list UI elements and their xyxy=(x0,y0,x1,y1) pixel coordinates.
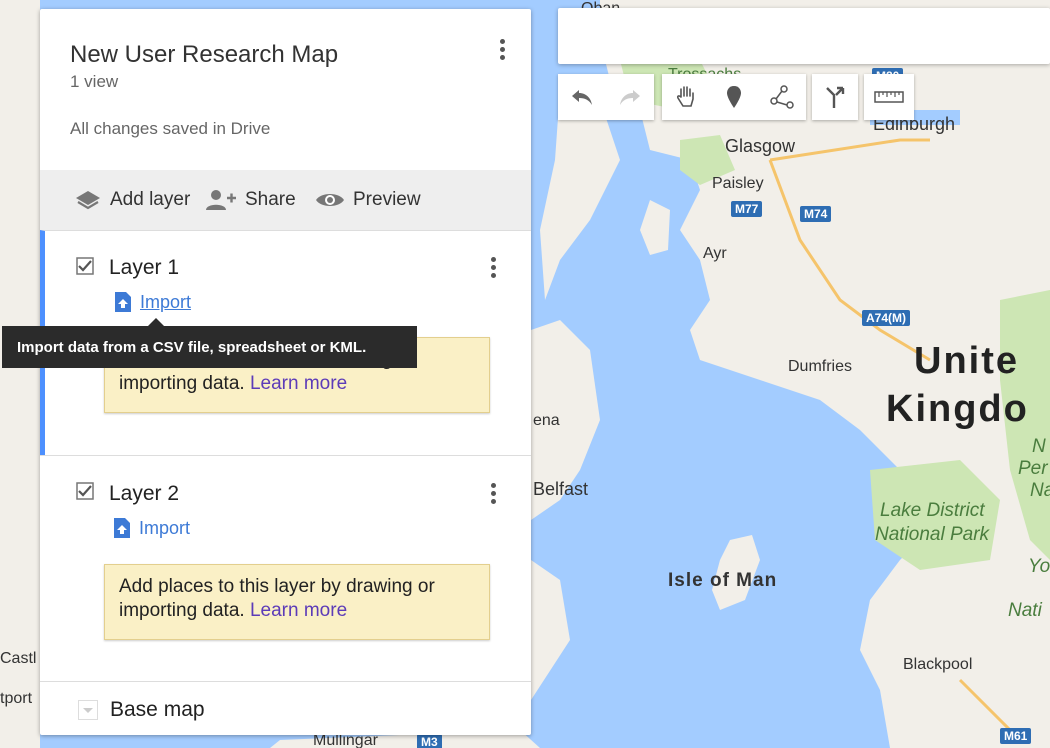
layer-1-options-icon[interactable] xyxy=(491,257,497,278)
eye-icon xyxy=(316,194,344,206)
map-label-nati: Nati xyxy=(1008,600,1042,621)
map-label-n: N xyxy=(1032,436,1046,457)
measure-group xyxy=(864,74,914,120)
map-legend-panel: New User Research Map 1 view All changes… xyxy=(40,9,531,735)
layer-2-empty-note: Add places to this layer by drawing or i… xyxy=(104,564,490,640)
base-map-expand-icon[interactable] xyxy=(78,700,98,720)
directions-icon[interactable] xyxy=(824,85,846,109)
share-label: Share xyxy=(245,189,296,210)
share-button[interactable]: Share xyxy=(205,170,296,230)
add-layer-button[interactable]: Add layer xyxy=(74,170,190,230)
map-label-kingdom: Kingdo xyxy=(886,388,1029,430)
layer-1-name[interactable]: Layer 1 xyxy=(109,256,179,280)
draw-tools-group xyxy=(662,74,806,120)
base-map-section[interactable]: Base map xyxy=(40,681,531,735)
line-icon[interactable] xyxy=(758,85,806,109)
map-label-yo: Yo xyxy=(1028,556,1050,577)
layer-1-learn-more-link[interactable]: Learn more xyxy=(250,373,347,394)
hand-icon[interactable] xyxy=(662,85,710,109)
map-label-castle: Castl xyxy=(0,650,37,667)
layer-1-import-link[interactable]: Import xyxy=(114,291,191,313)
map-label-belfast: Belfast xyxy=(533,479,589,499)
view-count: 1 view xyxy=(70,72,119,91)
layer-2: Layer 2 Import Add places to this layer … xyxy=(40,455,531,682)
directions-group xyxy=(812,74,858,120)
preview-button[interactable]: Preview xyxy=(315,170,421,230)
road-a74m: A74(M) xyxy=(862,310,911,326)
layer-1-import-label: Import xyxy=(140,291,192,312)
import-tooltip: Import data from a CSV file, spreadsheet… xyxy=(2,318,417,368)
layer-2-learn-more-link[interactable]: Learn more xyxy=(250,600,347,621)
layer-2-options-icon[interactable] xyxy=(491,483,497,504)
add-layer-label: Add layer xyxy=(110,189,191,210)
map-label-paisley: Paisley xyxy=(712,175,764,192)
layers-icon xyxy=(76,191,100,210)
layer-1-note-line2: importing data. Learn more xyxy=(119,373,348,394)
marker-icon[interactable] xyxy=(710,85,758,109)
map-title[interactable]: New User Research Map xyxy=(70,41,338,69)
map-options-icon[interactable] xyxy=(500,39,506,60)
upload-file-icon xyxy=(114,518,130,538)
ruler-icon[interactable] xyxy=(874,90,904,104)
map-label-glasgow: Glasgow xyxy=(725,136,796,156)
map-label-ena: ena xyxy=(533,412,560,429)
layer-2-name[interactable]: Layer 2 xyxy=(109,482,179,506)
layer-2-note-line1: Add places to this layer by drawing or xyxy=(119,576,435,597)
panel-toolbar: Add layer Share Preview xyxy=(40,170,531,230)
save-status: All changes saved in Drive xyxy=(70,119,271,138)
map-label-dumfries: Dumfries xyxy=(788,358,853,375)
road-m61: M61 xyxy=(1000,728,1032,744)
preview-label: Preview xyxy=(353,189,421,210)
layer-1-checkbox[interactable] xyxy=(76,257,94,275)
layer-2-checkbox[interactable] xyxy=(76,482,94,500)
road-m74: M74 xyxy=(800,206,832,222)
undo-icon[interactable] xyxy=(558,88,606,106)
road-m3: M3 xyxy=(417,734,442,748)
layer-2-import-label: Import xyxy=(139,517,191,538)
map-label-port: tport xyxy=(0,690,33,707)
redo-icon[interactable] xyxy=(606,88,654,106)
map-label-national-park: National Park xyxy=(875,524,990,545)
layer-2-note-line2: importing data. Learn more xyxy=(119,600,348,621)
upload-file-icon xyxy=(115,292,131,312)
map-label-lake-district: Lake District xyxy=(880,500,985,521)
map-search-box[interactable] xyxy=(558,8,1050,64)
map-label-isle-of-man: Isle of Man xyxy=(668,570,778,591)
map-label-per: Per xyxy=(1018,458,1048,479)
add-person-icon xyxy=(206,190,236,210)
undo-redo-group xyxy=(558,74,654,120)
layer-2-import-link[interactable]: Import xyxy=(113,517,190,539)
road-m77: M77 xyxy=(731,201,763,217)
map-label-blackpool: Blackpool xyxy=(903,656,973,673)
map-label-na: Na xyxy=(1030,480,1050,501)
map-label-united: Unite xyxy=(914,340,1019,382)
map-label-ayr: Ayr xyxy=(703,245,727,262)
base-map-label: Base map xyxy=(110,698,205,721)
